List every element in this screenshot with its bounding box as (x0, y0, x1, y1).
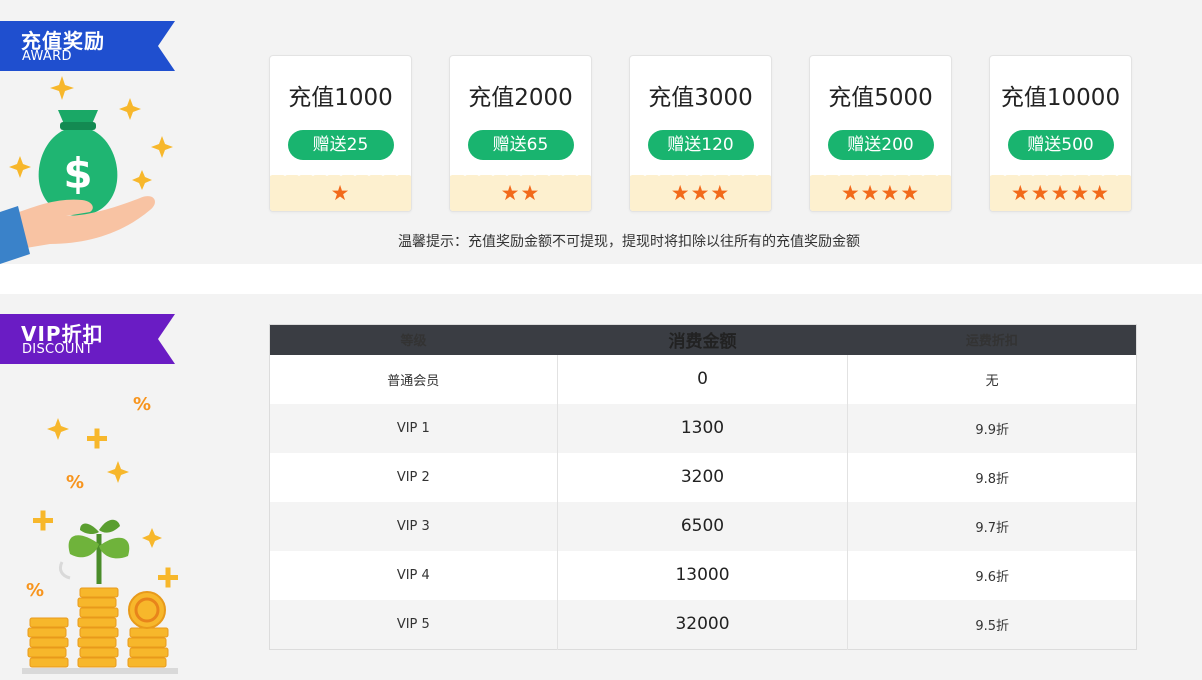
level-cell: VIP 2 (269, 452, 558, 502)
level-cell: VIP 3 (269, 501, 558, 551)
bonus-badge: 赠送25 (287, 130, 394, 160)
table-header-row: 等级 消费金额 运费折扣 (269, 324, 1137, 355)
table-row: VIP 5 32000 9.5折 (269, 599, 1137, 649)
spend-cell: 32000 (557, 599, 849, 649)
star-rating-icon: ★★★★ (840, 181, 921, 205)
spend-cell: 6500 (557, 501, 849, 551)
recharge-card-1000[interactable]: 充值1000 赠送25 ★ (269, 55, 412, 212)
level-cell: VIP 5 (269, 599, 558, 649)
recharge-amount: 充值5000 (828, 85, 933, 111)
star-rating-icon: ★★★ (670, 181, 731, 205)
spend-cell: 3200 (557, 452, 849, 502)
table-row: VIP 4 13000 9.6折 (269, 550, 1137, 600)
spend-cell: 13000 (557, 550, 849, 600)
header-spend: 消费金额 (668, 332, 737, 353)
recharge-card-10000[interactable]: 充值10000 赠送500 ★★★★★ (989, 55, 1132, 212)
award-ribbon: 充值奖励 AWARD (0, 21, 175, 71)
card-zigzag-edge (450, 168, 591, 176)
discount-cell: 无 (985, 373, 999, 389)
award-section: 充值奖励 AWARD $ 充值1000 赠送25 ★ 充值2000 赠送65 ★… (0, 0, 1202, 264)
discount-cell: 9.6折 (975, 569, 1010, 585)
svg-text:%: % (133, 394, 151, 415)
star-rating-icon: ★ (330, 181, 351, 205)
money-bag-in-hand-icon: $ (0, 76, 173, 264)
card-zigzag-edge (990, 168, 1131, 176)
spend-cell: 0 (557, 354, 849, 404)
vip-subtitle: DISCOUNT (22, 342, 93, 357)
level-cell: VIP 4 (269, 550, 558, 600)
spend-cell: 1300 (557, 403, 849, 453)
svg-text:%: % (26, 580, 44, 601)
award-subtitle: AWARD (22, 49, 72, 64)
card-zigzag-edge (810, 168, 951, 176)
table-row: 普通会员 0 无 (269, 354, 1137, 404)
star-rating-icon: ★★★★★ (1010, 181, 1111, 205)
header-level: 等级 (400, 334, 427, 350)
svg-text:%: % (66, 472, 84, 493)
recharge-amount: 充值1000 (288, 85, 393, 111)
card-zigzag-edge (270, 168, 411, 176)
recharge-tip: 温馨提示：充值奖励金额不可提现，提现时将扣除以往所有的充值奖励金额 (398, 234, 860, 250)
discount-cell: 9.9折 (975, 422, 1010, 438)
discount-cell: 9.8折 (975, 471, 1010, 487)
card-zigzag-edge (630, 168, 771, 176)
table-row: VIP 1 1300 9.9折 (269, 403, 1137, 453)
bonus-badge: 赠送200 (827, 130, 934, 160)
header-discount: 运费折扣 (965, 334, 1018, 350)
bonus-badge: 赠送120 (647, 130, 754, 160)
table-row: VIP 3 6500 9.7折 (269, 501, 1137, 551)
recharge-card-5000[interactable]: 充值5000 赠送200 ★★★★ (809, 55, 952, 212)
recharge-card-2000[interactable]: 充值2000 赠送65 ★★ (449, 55, 592, 212)
vip-ribbon: VIP折扣 DISCOUNT (0, 314, 175, 364)
plant-coins-icon: % % % (22, 394, 178, 674)
recharge-amount: 充值3000 (648, 85, 753, 111)
recharge-amount: 充值10000 (1000, 85, 1121, 111)
level-cell: 普通会员 (269, 354, 558, 404)
recharge-card-3000[interactable]: 充值3000 赠送120 ★★★ (629, 55, 772, 212)
recharge-amount: 充值2000 (468, 85, 573, 111)
discount-cell: 9.5折 (975, 618, 1010, 634)
level-cell: VIP 1 (269, 403, 558, 453)
discount-cell: 9.7折 (975, 520, 1010, 536)
table-row: VIP 2 3200 9.8折 (269, 452, 1137, 502)
star-rating-icon: ★★ (500, 181, 541, 205)
bonus-badge: 赠送65 (467, 130, 574, 160)
svg-text:$: $ (63, 149, 92, 198)
vip-discount-table: 等级 消费金额 运费折扣 普通会员 0 无 VIP 1 1300 9.9折 VI… (269, 324, 1137, 650)
bonus-badge: 赠送500 (1007, 130, 1114, 160)
